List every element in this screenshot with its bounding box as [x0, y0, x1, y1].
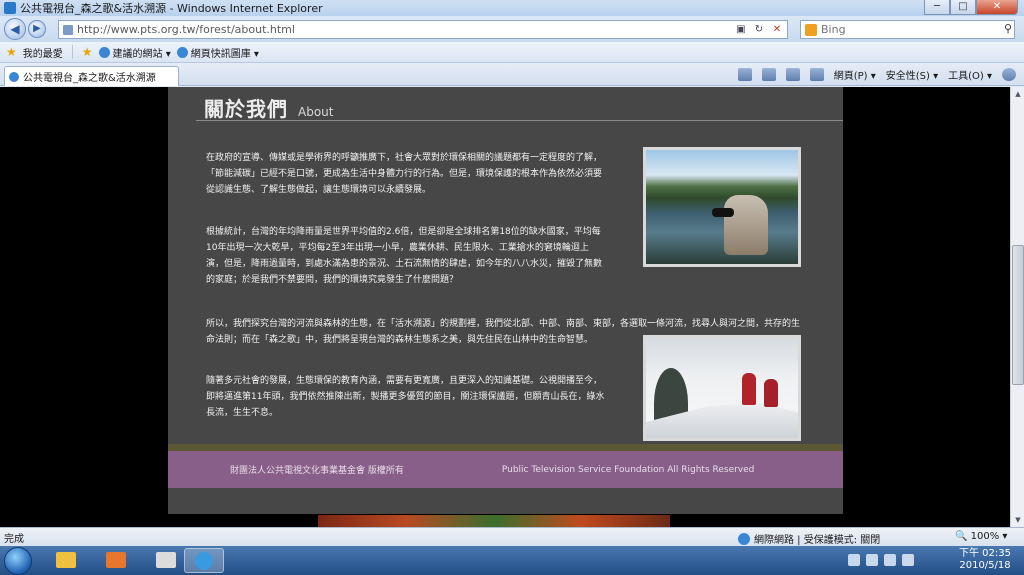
web-slice-gallery-label: 網頁快訊圖庫 ▾ [190, 48, 259, 60]
print-icon[interactable] [809, 68, 824, 81]
stop-icon[interactable]: ✕ [769, 22, 785, 37]
paragraph-rainfall: 根據統計，台灣的年均降雨量是世界平均值的2.6倍，但是卻是全球排名第18位的缺水… [206, 227, 603, 285]
taskbar-internet-explorer[interactable] [184, 548, 224, 573]
suggested-sites-link[interactable]: 建議的網站 ▾ [98, 45, 171, 60]
paragraph-intro: 在政府的宣導、傳媒或是學術界的呼籲推廣下，社會大眾對於環保相關的議題都有一定程度… [206, 153, 603, 195]
favorites-star-icon: ★ [6, 45, 17, 59]
vertical-scrollbar[interactable]: ▲ ▼ [1010, 87, 1024, 527]
crew-member [764, 379, 778, 407]
globe-icon [738, 532, 750, 545]
window-titlebar: 公共電視台_森之歌&活水溯源 - Windows Internet Explor… [0, 0, 1024, 16]
crew-member [742, 373, 756, 405]
page-viewport: 關於我們 About 在政府的宣導、傳媒或是學術界的呼籲推廣下，社會大眾對於環保… [0, 87, 1010, 527]
windows-taskbar: 下午 02:35 2010/5/18 [0, 546, 1024, 575]
volume-icon[interactable] [902, 554, 914, 566]
bottom-banner-image[interactable] [318, 515, 670, 527]
zone-text: 網際網路 | 受保護模式: 關閉 [754, 535, 881, 546]
back-button[interactable]: ◀ [4, 18, 26, 40]
ie-page-icon [176, 46, 188, 58]
content-panel: 關於我們 About 在政府的宣導、傳媒或是學術界的呼籲推廣下，社會大眾對於環保… [168, 87, 843, 514]
favorites-separator [71, 45, 73, 59]
suggested-sites-label: 建議的網站 ▾ [112, 48, 171, 60]
footer-stripe [168, 444, 843, 451]
status-text: 完成 [4, 533, 24, 545]
maximize-button[interactable]: □ [950, 0, 976, 15]
taskbar-app[interactable] [146, 548, 186, 573]
close-button[interactable]: ✕ [976, 0, 1018, 15]
search-box[interactable]: ⚲ [800, 20, 1015, 39]
bing-icon [805, 23, 817, 36]
status-bar: 完成 網際網路 | 受保護模式: 關閉 🔍 100% ▾ [0, 527, 1024, 546]
page-heading: 關於我們 About [204, 93, 333, 122]
page-footer: 財團法人公共電視文化事業基金會 版權所有 Public Television S… [168, 451, 843, 488]
ie-icon [195, 552, 213, 570]
refresh-icon[interactable]: ↻ [751, 22, 767, 37]
scroll-thumb[interactable] [1012, 245, 1024, 385]
navigation-bar: ◀ ▶ http://www.pts.org.tw/forest/about.h… [0, 16, 1024, 42]
window-controls: ─ □ ✕ [924, 0, 1018, 15]
photographer-figure [724, 195, 768, 255]
camera-lens [712, 208, 734, 217]
add-favorite-icon[interactable]: ★ [82, 45, 93, 59]
favorites-bar: ★ 我的最愛 ★ 建議的網站 ▾ 網頁快訊圖庫 ▾ [0, 42, 1024, 63]
favorites-button[interactable]: 我的最愛 [23, 45, 63, 60]
scroll-down-icon[interactable]: ▼ [1011, 513, 1024, 527]
network-icon[interactable] [884, 554, 896, 566]
feeds-icon[interactable] [761, 68, 776, 81]
ie-page-icon [9, 71, 19, 82]
clock-date: 2010/5/18 [959, 560, 1011, 571]
taskbar-explorer[interactable] [46, 548, 86, 573]
home-icon[interactable] [737, 68, 752, 81]
help-tray-icon[interactable] [866, 554, 878, 566]
minimize-button[interactable]: ─ [924, 0, 950, 15]
lake-photographer-photo [643, 147, 801, 267]
back-arrow-icon: ◀ [10, 22, 20, 36]
taskbar-clock[interactable]: 下午 02:35 2010/5/18 [955, 548, 1015, 572]
scroll-up-icon[interactable]: ▲ [1011, 87, 1024, 101]
tray-icon[interactable] [848, 554, 860, 566]
folder-icon [56, 552, 76, 568]
page-icon [63, 24, 73, 35]
help-icon[interactable] [1002, 68, 1016, 81]
taskbar-media-player[interactable] [96, 548, 136, 573]
safety-menu[interactable]: 安全性(S) ▾ [886, 67, 938, 82]
page-menu[interactable]: 網頁(P) ▾ [834, 67, 876, 82]
snow-mountain-crew-photo [643, 335, 801, 441]
footer-copyright-zh: 財團法人公共電視文化事業基金會 版權所有 [230, 466, 404, 476]
tab-bar: 公共電視台_森之歌&活水溯源 網頁(P) ▾ 安全性(S) ▾ 工具(O) ▾ [0, 63, 1024, 86]
paragraph-education: 隨著多元社會的發展，生態環保的教育內涵，需要有更寬廣，且更深入的知識基礎。公視開… [206, 376, 605, 418]
footer-copyright-en: Public Television Service Foundation All… [501, 464, 755, 475]
forward-button[interactable]: ▶ [28, 20, 46, 38]
tools-menu[interactable]: 工具(O) ▾ [948, 67, 992, 82]
start-button[interactable] [4, 547, 32, 575]
compatibility-view-icon[interactable]: ▣ [733, 22, 749, 37]
address-tools: ▣ ↻ ✕ [733, 22, 785, 37]
heading-zh: 關於我們 [204, 97, 288, 121]
heading-en: About [298, 105, 334, 119]
heading-divider [196, 120, 843, 121]
forward-arrow-icon: ▶ [33, 23, 41, 34]
command-bar: 網頁(P) ▾ 安全性(S) ▾ 工具(O) ▾ [737, 67, 1016, 82]
ie-page-icon [98, 46, 110, 58]
tab-title: 公共電視台_森之歌&活水溯源 [23, 73, 156, 84]
ie-icon [4, 2, 16, 14]
security-zone[interactable]: 網際網路 | 受保護模式: 關閉 [738, 531, 880, 546]
address-bar[interactable]: http://www.pts.org.tw/forest/about.html … [58, 20, 788, 39]
media-player-icon [106, 552, 126, 568]
search-magnifier-icon[interactable]: ⚲ [1004, 22, 1012, 35]
web-slice-gallery-link[interactable]: 網頁快訊圖庫 ▾ [176, 45, 259, 60]
window-title: 公共電視台_森之歌&活水溯源 - Windows Internet Explor… [20, 2, 323, 15]
app-icon [156, 552, 176, 568]
system-tray [848, 554, 914, 566]
zoom-level[interactable]: 🔍 100% ▾ [955, 531, 1007, 542]
search-input[interactable] [821, 23, 991, 36]
tab-forest-about[interactable]: 公共電視台_森之歌&活水溯源 [4, 66, 179, 86]
mail-icon[interactable] [785, 68, 800, 81]
address-url[interactable]: http://www.pts.org.tw/forest/about.html [77, 23, 295, 36]
footer-spacer [168, 488, 843, 514]
clock-time: 下午 02:35 [959, 548, 1011, 559]
